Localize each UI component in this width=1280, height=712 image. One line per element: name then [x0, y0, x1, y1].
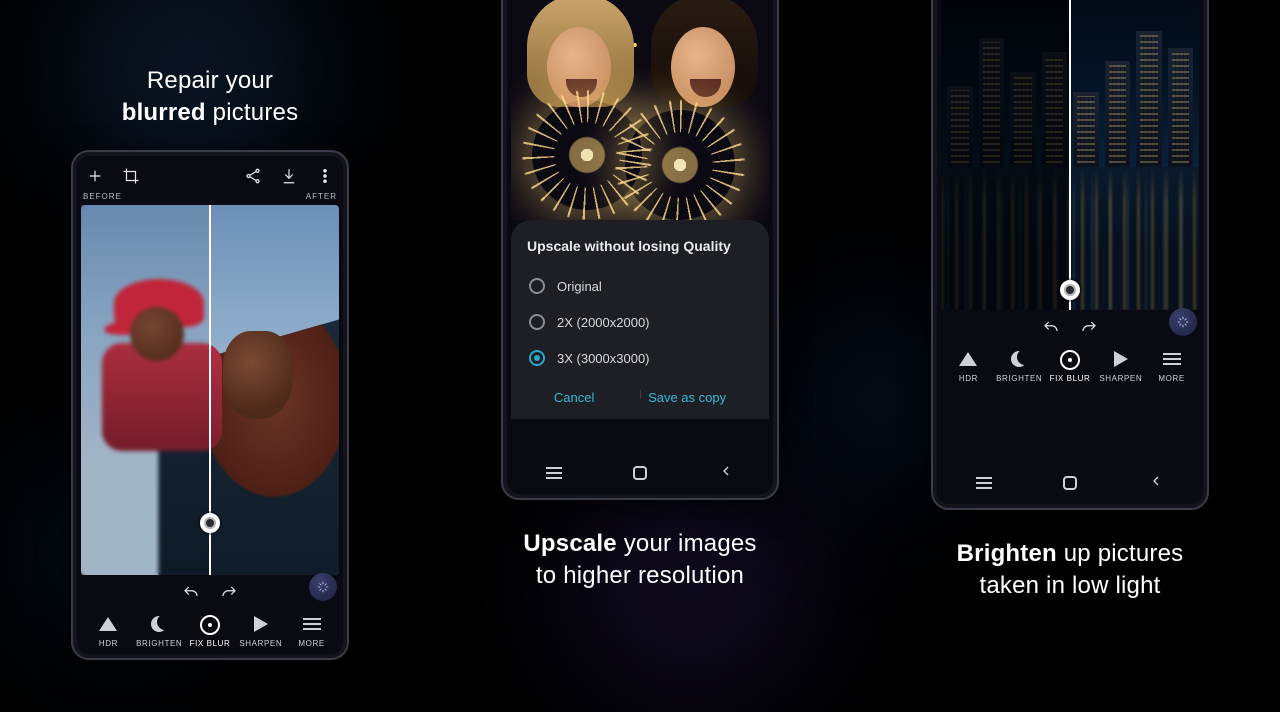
tool-more[interactable]: MORE: [286, 613, 337, 648]
tool-label: MORE: [298, 639, 324, 648]
tool-sharpen[interactable]: SHARPEN: [235, 613, 286, 648]
tool-more[interactable]: MORE: [1146, 348, 1197, 383]
tool-label: BRIGHTEN: [996, 374, 1042, 383]
before-after-labels: BEFORE AFTER: [81, 190, 339, 205]
undo-icon[interactable]: [181, 583, 201, 603]
tagline-text: your images: [617, 530, 757, 557]
nav-home-icon[interactable]: [1063, 476, 1077, 490]
cancel-button[interactable]: Cancel: [554, 390, 594, 405]
nav-recent-icon[interactable]: [976, 477, 992, 489]
tool-label: FIX BLUR: [1050, 374, 1091, 383]
option-label: 2X (2000x2000): [557, 315, 650, 330]
phone-mock-editor: BEFORE AFTER: [71, 150, 349, 660]
tool-brighten[interactable]: BRIGHTEN: [994, 348, 1045, 383]
upscale-sheet: Upscale without losing Quality Original …: [511, 220, 769, 419]
save-as-copy-button[interactable]: Save as copy: [648, 390, 726, 405]
option-2x[interactable]: 2X (2000x2000): [527, 304, 753, 340]
overflow-icon[interactable]: [315, 166, 335, 186]
tagline-text: pictures: [206, 99, 299, 126]
editor-topbar: [81, 160, 339, 190]
option-3x[interactable]: 3X (3000x3000): [527, 340, 753, 376]
sheet-title: Upscale without losing Quality: [527, 238, 753, 254]
option-original[interactable]: Original: [527, 268, 753, 304]
tagline-bold: Brighten: [957, 540, 1057, 567]
redo-icon[interactable]: [1079, 318, 1099, 338]
tagline-bold: Upscale: [523, 530, 616, 557]
crop-icon[interactable]: [121, 166, 141, 186]
tool-sharpen[interactable]: SHARPEN: [1095, 348, 1146, 383]
undo-redo-row: [81, 575, 339, 607]
tool-label: SHARPEN: [239, 639, 282, 648]
nav-recent-icon[interactable]: [546, 467, 562, 479]
redo-icon[interactable]: [219, 583, 239, 603]
android-navbar: [941, 466, 1199, 500]
tool-label: MORE: [1158, 374, 1184, 383]
tagline-bold: blurred: [122, 99, 206, 126]
nav-back-icon[interactable]: [1148, 473, 1164, 494]
nav-back-icon[interactable]: [718, 463, 734, 484]
phone-mock-upscale: Upscale without losing Quality Original …: [501, 0, 779, 500]
tool-label: BRIGHTEN: [136, 639, 182, 648]
tool-hdr[interactable]: HDR: [943, 348, 994, 383]
compare-photo[interactable]: [81, 205, 339, 575]
compare-slider[interactable]: [1069, 0, 1071, 310]
tool-fixblur[interactable]: FIX BLUR: [1045, 350, 1096, 383]
tool-label: HDR: [99, 639, 118, 648]
editor-tools: HDR BRIGHTEN FIX BLUR SHARPEN: [81, 607, 339, 650]
editor-tools: HDR BRIGHTEN FIX BLUR SHARPEN: [941, 342, 1199, 385]
tagline-upscale: Upscale your images to higher resolution: [523, 528, 756, 593]
magic-fab[interactable]: [1169, 308, 1197, 336]
download-icon[interactable]: [279, 166, 299, 186]
radio-icon: [529, 350, 545, 366]
magic-fab[interactable]: [309, 573, 337, 601]
tool-brighten[interactable]: BRIGHTEN: [134, 613, 185, 648]
android-navbar: [511, 456, 769, 490]
undo-icon[interactable]: [1041, 318, 1061, 338]
phone-mock-brighten: HDR BRIGHTEN FIX BLUR SHARPEN: [931, 0, 1209, 510]
share-icon[interactable]: [243, 166, 263, 186]
tool-label: FIX BLUR: [190, 639, 231, 648]
add-icon[interactable]: [85, 166, 105, 186]
label-after: AFTER: [306, 192, 337, 201]
option-label: 3X (3000x3000): [557, 351, 650, 366]
tagline-text: taken in low light: [979, 572, 1160, 599]
tool-label: SHARPEN: [1099, 374, 1142, 383]
undo-redo-row: [941, 310, 1199, 342]
nav-home-icon[interactable]: [633, 466, 647, 480]
tagline-brighten: Brighten up pictures taken in low light: [957, 538, 1184, 603]
radio-icon: [529, 314, 545, 330]
radio-icon: [529, 278, 545, 294]
tagline-text: Repair your: [147, 67, 273, 94]
tagline-text: to higher resolution: [536, 562, 744, 589]
tool-label: HDR: [959, 374, 978, 383]
tagline-repair: Repair your blurred pictures: [122, 65, 299, 130]
upscale-photo: [511, 0, 769, 220]
tagline-text: up pictures: [1057, 540, 1183, 567]
option-label: Original: [557, 279, 602, 294]
label-before: BEFORE: [83, 192, 122, 201]
tool-hdr[interactable]: HDR: [83, 613, 134, 648]
tool-fixblur[interactable]: FIX BLUR: [185, 615, 236, 648]
compare-photo-night[interactable]: [941, 0, 1199, 310]
